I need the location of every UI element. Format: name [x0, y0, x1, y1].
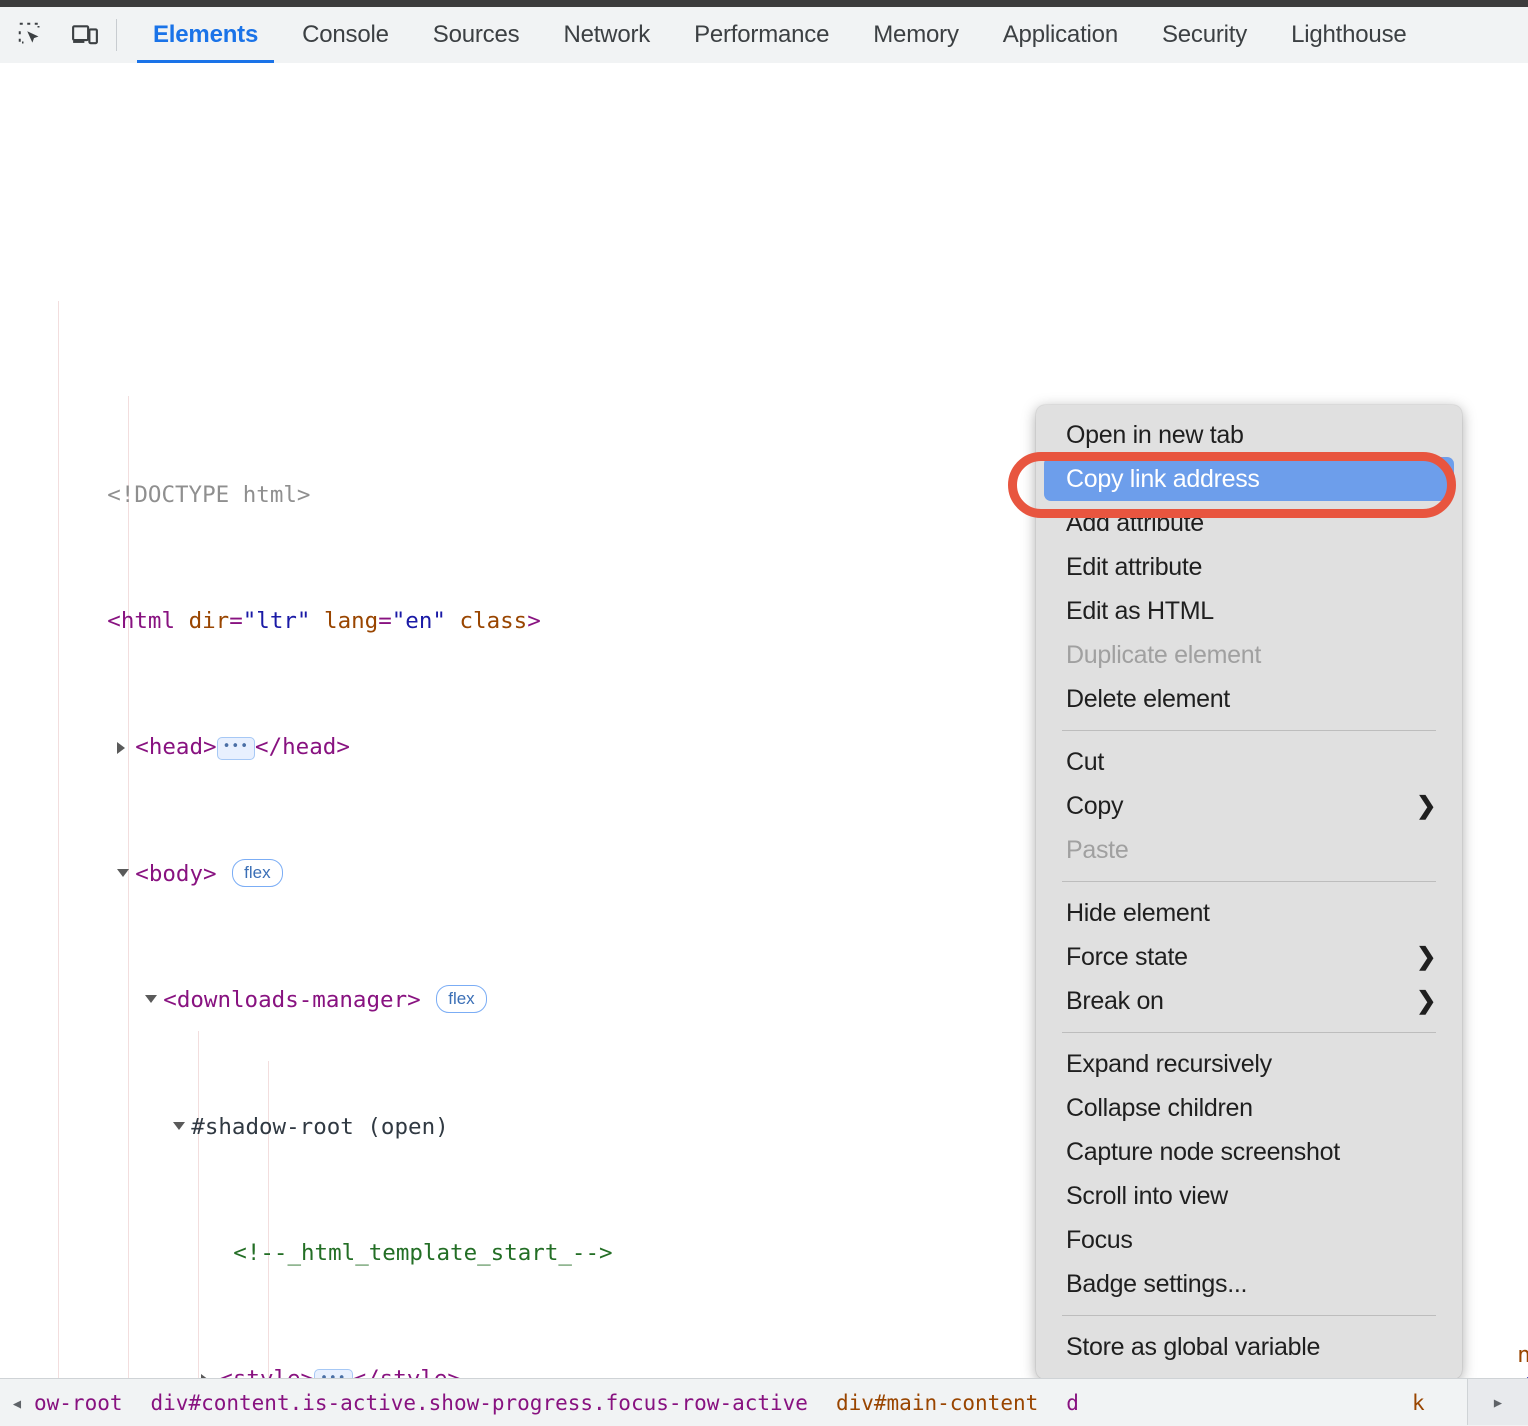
menu-item-edit-as-html[interactable]: Edit as HTML	[1036, 589, 1462, 633]
breadcrumb-item-details[interactable]: d	[1066, 1391, 1079, 1415]
submenu-chevron-icon: ❯	[1416, 792, 1436, 820]
device-toolbar-icon[interactable]	[66, 16, 104, 54]
menu-item-label: Copy link address	[1066, 464, 1260, 493]
menu-item-label: Paste	[1066, 835, 1129, 864]
context-menu[interactable]: Open in new tab Copy link address Add at…	[1036, 405, 1462, 1379]
tab-lighthouse-label: Lighthouse	[1291, 21, 1407, 48]
devtools-toolbar: Elements Console Sources Network Perform…	[0, 7, 1528, 63]
expand-ellipsis-icon[interactable]: •••	[314, 1369, 353, 1378]
tab-performance-label: Performance	[694, 21, 830, 48]
tab-security[interactable]: Security	[1140, 7, 1269, 63]
tab-console-label: Console	[302, 21, 389, 48]
collapse-arrow-icon[interactable]	[145, 995, 158, 1004]
menu-item-delete-element[interactable]: Delete element	[1036, 677, 1462, 721]
submenu-chevron-icon: ❯	[1416, 943, 1436, 971]
menu-item-edit-attribute[interactable]: Edit attribute	[1036, 545, 1462, 589]
menu-item-cut[interactable]: Cut	[1036, 740, 1462, 784]
menu-item-expand-recursively[interactable]: Expand recursively	[1036, 1042, 1462, 1086]
tab-elements[interactable]: Elements	[131, 7, 280, 63]
menu-item-hide-element[interactable]: Hide element	[1036, 891, 1462, 935]
menu-item-label: Open in new tab	[1066, 420, 1244, 449]
tab-network-label: Network	[563, 21, 651, 48]
tab-sources-label: Sources	[432, 21, 520, 48]
menu-item-badge-settings[interactable]: Badge settings...	[1036, 1262, 1462, 1306]
menu-item-label: Store as global variable	[1066, 1332, 1321, 1361]
menu-item-open-in-new-tab[interactable]: Open in new tab	[1036, 413, 1462, 457]
menu-item-force-state[interactable]: Force state ❯	[1036, 935, 1462, 979]
menu-item-label: Break on	[1066, 986, 1164, 1015]
menu-item-label: Scroll into view	[1066, 1181, 1228, 1210]
breadcrumb: ow-root div#content.is-active.show-progr…	[34, 1391, 1079, 1415]
tab-elements-label: Elements	[153, 21, 259, 48]
menu-item-paste: Paste	[1036, 828, 1462, 872]
menu-item-label: Badge settings...	[1066, 1269, 1248, 1298]
menu-item-label: Hide element	[1066, 898, 1210, 927]
tab-memory[interactable]: Memory	[851, 7, 980, 63]
breadcrumb-item-file-link[interactable]: k	[1412, 1391, 1425, 1415]
dom-line-overflow: nsfor	[1458, 838, 1528, 933]
menu-item-label: Focus	[1066, 1225, 1133, 1254]
inspect-element-icon[interactable]	[12, 16, 50, 54]
expand-ellipsis-icon[interactable]: •••	[216, 737, 256, 761]
menu-item-label: Capture node screenshot	[1066, 1137, 1340, 1166]
menu-item-scroll-into-view[interactable]: Scroll into view	[1036, 1174, 1462, 1218]
menu-item-label: Edit attribute	[1066, 552, 1203, 581]
submenu-chevron-icon: ❯	[1416, 987, 1436, 1015]
tab-memory-label: Memory	[873, 21, 959, 48]
flex-badge[interactable]: flex	[436, 985, 487, 1014]
menu-separator	[1062, 881, 1436, 882]
dom-line-overflow: t="1"	[1460, 712, 1528, 807]
window-titlebar-strip	[0, 0, 1528, 7]
menu-separator	[1062, 1315, 1436, 1316]
menu-item-focus[interactable]: Focus	[1036, 1218, 1462, 1262]
menu-item-add-attribute[interactable]: Add attribute	[1036, 501, 1462, 545]
menu-separator	[1062, 730, 1436, 731]
menu-item-label: Duplicate element	[1066, 640, 1262, 669]
menu-item-copy[interactable]: Copy ❯	[1036, 784, 1462, 828]
flex-badge[interactable]: flex	[232, 858, 283, 887]
collapse-arrow-icon[interactable]	[173, 1121, 186, 1130]
breadcrumb-scroll-left-icon[interactable]: ◂	[0, 1391, 34, 1415]
menu-item-store-as-global-variable[interactable]: Store as global variable	[1036, 1325, 1462, 1369]
menu-item-label: Force state	[1066, 942, 1188, 971]
menu-item-label: Collapse children	[1066, 1093, 1253, 1122]
menu-item-collapse-children[interactable]: Collapse children	[1036, 1086, 1462, 1130]
dom-breadcrumb-bar[interactable]: ◂ ow-root div#content.is-active.show-pro…	[0, 1378, 1528, 1426]
menu-item-label: Delete element	[1066, 684, 1230, 713]
tab-performance[interactable]: Performance	[672, 7, 851, 63]
menu-item-label: Add attribute	[1066, 508, 1204, 537]
dom-comment: <!--_html_template_start_-->	[233, 1239, 613, 1266]
breadcrumb-scroll-right-icon[interactable]: ▸	[1467, 1379, 1528, 1425]
tab-network[interactable]: Network	[541, 7, 672, 63]
menu-item-duplicate-element: Duplicate element	[1036, 633, 1462, 677]
menu-item-copy-link-address[interactable]: Copy link address	[1044, 457, 1454, 501]
panel-tab-list: Elements Console Sources Network Perform…	[131, 7, 1528, 63]
menu-item-label: Expand recursively	[1066, 1049, 1272, 1078]
breadcrumb-item-content[interactable]: div#content.is-active.show-progress.focu…	[151, 1391, 808, 1415]
menu-item-label: Edit as HTML	[1066, 596, 1214, 625]
tab-console[interactable]: Console	[280, 7, 411, 63]
dom-doctype: <!DOCTYPE html>	[107, 481, 311, 508]
toolbar-divider	[116, 19, 117, 51]
tab-sources[interactable]: Sources	[411, 7, 542, 63]
menu-item-capture-node-screenshot[interactable]: Capture node screenshot	[1036, 1130, 1462, 1174]
menu-item-label: Copy	[1066, 791, 1124, 820]
tab-application-label: Application	[1002, 21, 1118, 48]
toolbar-icon-group	[0, 7, 104, 63]
collapse-arrow-icon[interactable]	[117, 868, 130, 877]
breadcrumb-item-shadow-root[interactable]: ow-root	[34, 1391, 123, 1415]
breadcrumb-item-main-content[interactable]: div#main-content	[836, 1391, 1038, 1415]
tab-application[interactable]: Application	[981, 7, 1140, 63]
dom-line-overflow: •••	[1466, 1188, 1528, 1283]
menu-item-break-on[interactable]: Break on ❯	[1036, 979, 1462, 1023]
menu-separator	[1062, 1032, 1436, 1033]
menu-item-label: Cut	[1066, 747, 1105, 776]
tab-security-label: Security	[1161, 21, 1248, 48]
expand-arrow-icon[interactable]	[117, 742, 126, 755]
tab-lighthouse[interactable]: Lighthouse	[1269, 7, 1428, 63]
